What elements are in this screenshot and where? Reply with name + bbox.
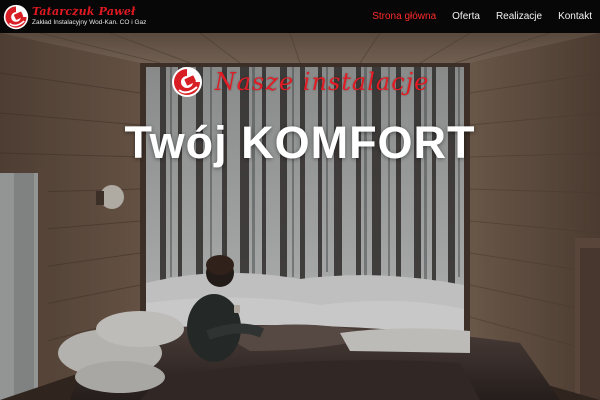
brand-text: Tatarczuk Paweł Zakład Instalacyjny Wod-… (32, 6, 146, 27)
brand-name: Tatarczuk Paweł (32, 5, 136, 18)
hero-section: Nasze instalacje Twój KOMFORT (0, 33, 600, 400)
brand-home-link[interactable]: Tatarczuk Paweł Zakład Instalacyjny Wod-… (0, 0, 146, 33)
hero-logo-icon (171, 67, 202, 97)
brand-subtitle: Zakład Instalacyjny Wod-Kan. CO i Gaz (32, 19, 147, 26)
nav-item-projects[interactable]: Realizacje (496, 11, 542, 22)
nav-item-contact[interactable]: Kontakt (558, 11, 592, 22)
top-navbar: Tatarczuk Paweł Zakład Instalacyjny Wod-… (0, 0, 600, 33)
brand-logo-icon (3, 4, 29, 29)
hero-brand-row: Nasze instalacje (0, 66, 600, 98)
main-menu: Strona główna Oferta Realizacje Kontakt (356, 0, 600, 33)
nav-item-offer[interactable]: Oferta (452, 11, 480, 22)
hero-title: Twój KOMFORT (124, 117, 476, 168)
nav-item-home[interactable]: Strona główna (372, 11, 436, 22)
hero-tagline: Nasze instalacje (214, 68, 430, 96)
